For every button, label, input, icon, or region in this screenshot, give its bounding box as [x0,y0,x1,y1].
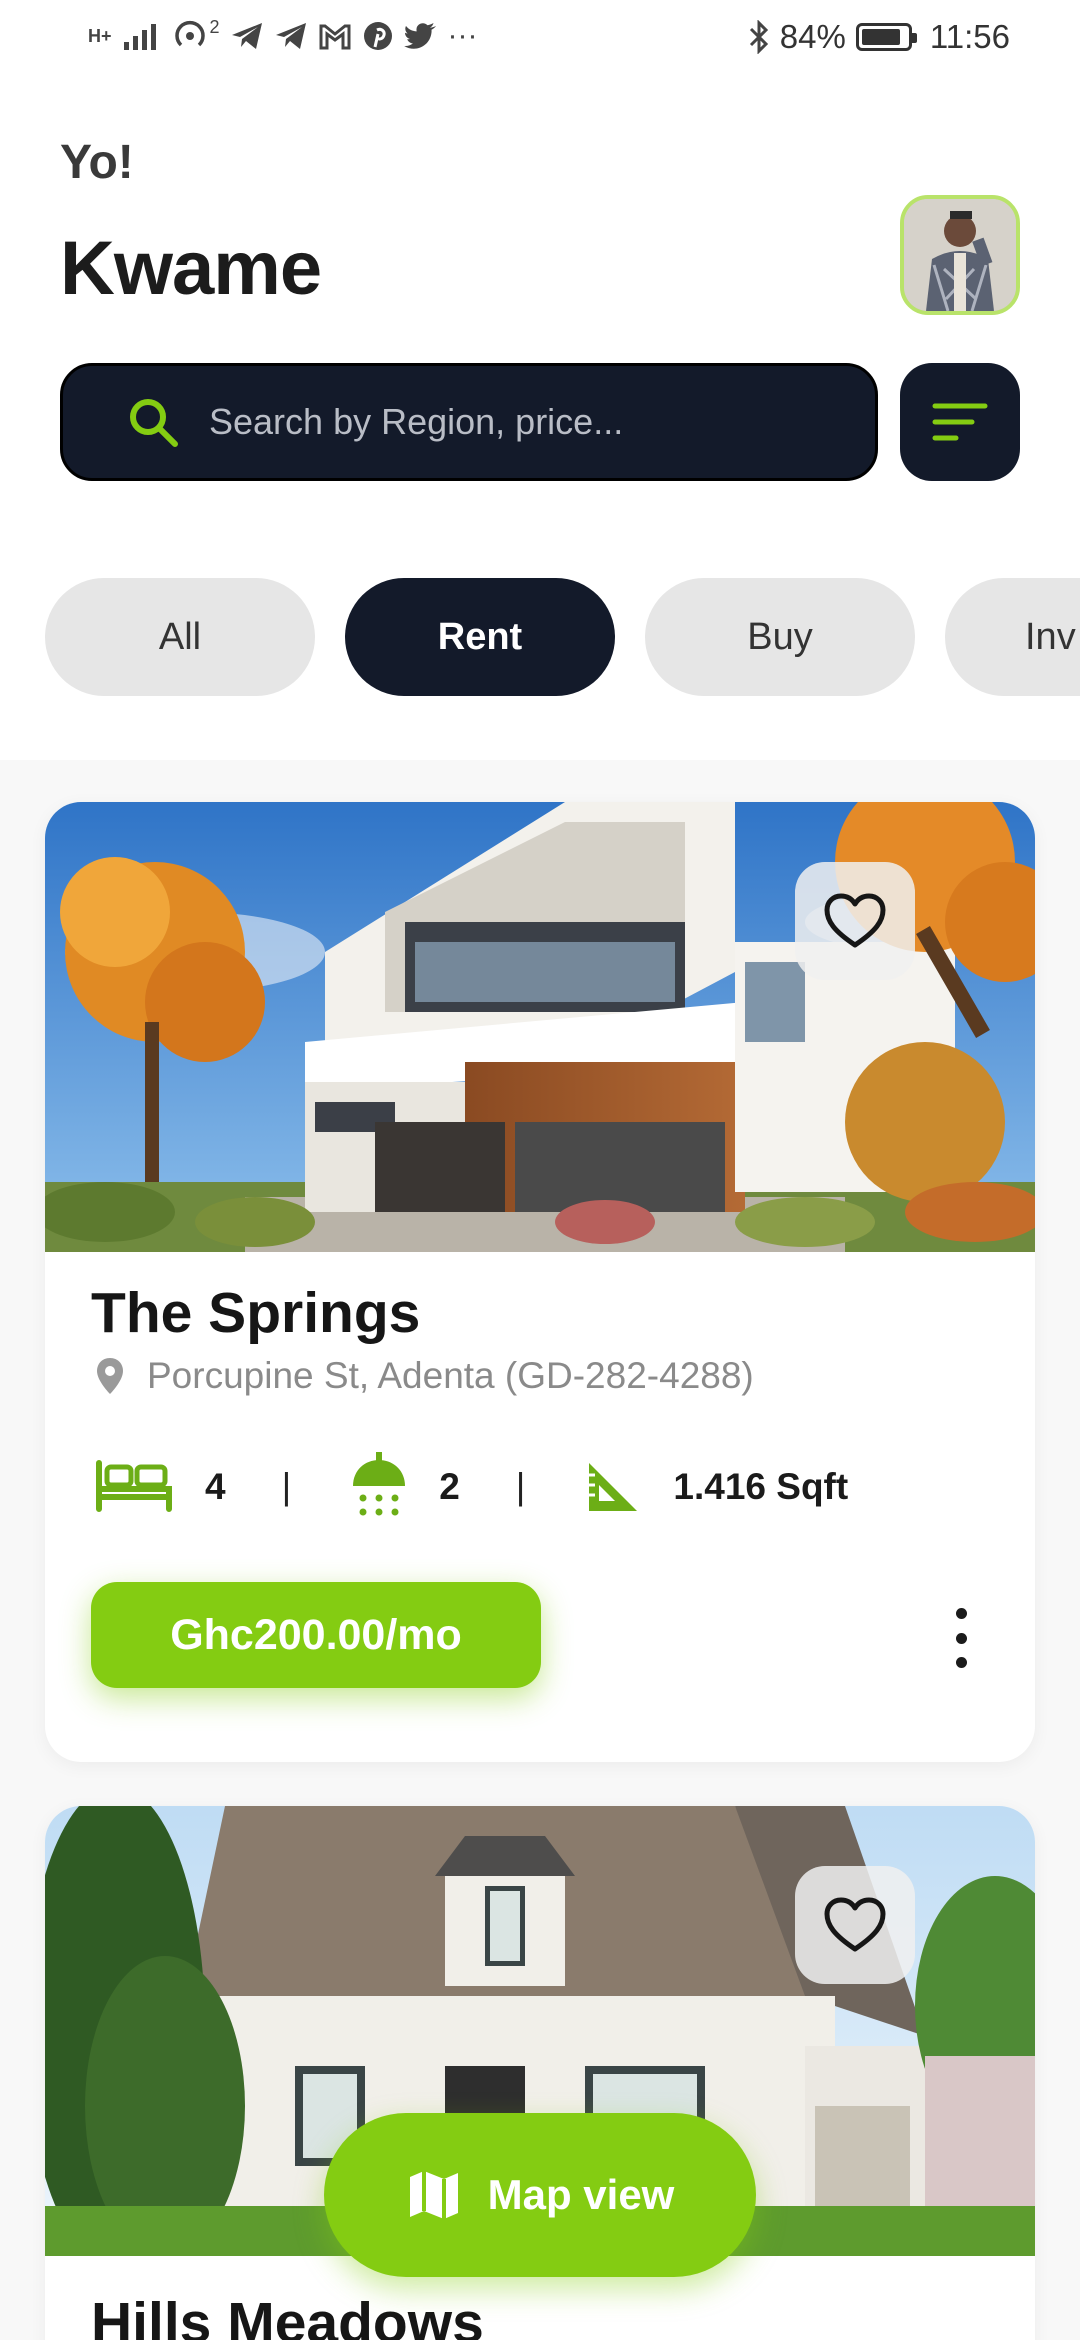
tab-invest[interactable]: Inv [945,578,1080,696]
more-vertical-icon [955,1632,967,1644]
shower-icon [353,1452,406,1516]
listing-card[interactable]: The Springs Porcupine St, Adenta (GD-282… [45,802,1035,1762]
avatar[interactable] [900,195,1020,315]
clock: 11:56 [929,18,1010,55]
more-options-button[interactable] [941,1608,981,1668]
more-vertical-icon [955,1608,967,1619]
bed-icon [96,1460,172,1512]
listing-title: The Springs [91,1281,421,1345]
category-tabs: All Rent Buy Inv [45,578,1080,696]
signal-label: H+ [88,25,112,46]
tab-rent[interactable]: Rent [345,578,615,696]
filter-button[interactable] [900,363,1020,481]
bedrooms: 4 [95,1459,226,1515]
listing-image[interactable] [45,802,1035,1252]
heart-icon [824,1897,886,1952]
filter-icon [932,403,988,441]
separator: | [515,1466,526,1507]
bathrooms-count: 2 [439,1466,460,1507]
telegram-icon [231,23,262,49]
avatar-image [904,199,1016,311]
signal-icon [123,24,156,50]
map-view-button[interactable]: Map view [324,2113,756,2277]
telegram-icon [275,23,306,49]
user-name: Kwame [60,226,322,311]
battery-percent: 84% [779,18,846,55]
hotspot-icon [174,20,205,47]
more-notifications: ··· [447,19,478,52]
greeting: Yo! [60,136,134,189]
separator: | [281,1466,292,1507]
more-vertical-icon [955,1657,967,1668]
twitter-icon [403,23,436,49]
listing-location: Porcupine St, Adenta (GD-282-4288) [95,1355,754,1397]
status-bar: H+ 2 ··· 84% 11:56 [0,0,1080,80]
status-right: 84% 11:56 [748,18,1010,56]
search-input[interactable] [209,401,849,443]
tab-buy[interactable]: Buy [645,578,915,696]
map-view-label: Map view [487,2171,675,2218]
location-text: Porcupine St, Adenta (GD-282-4288) [147,1355,754,1396]
area-value: 1.416 Sqft [673,1466,849,1507]
area: 1.416 Sqft [585,1459,848,1515]
location-pin-icon [97,1358,123,1394]
app-screen: H+ 2 ··· 84% 11:56 Yo! Kwame Search by R… [0,0,1080,2340]
listing-title: Hills Meadows [91,2291,484,2340]
pinterest-icon [363,22,392,50]
status-left: H+ 2 ··· [88,16,478,54]
bluetooth-icon [749,20,768,54]
favorite-button[interactable] [795,1866,915,1984]
sim-index: 2 [209,16,220,37]
gmail-icon [319,24,351,50]
bathrooms: 2 [351,1452,460,1522]
price-button[interactable]: Ghc200.00/mo [91,1582,541,1688]
battery-icon [855,23,917,51]
listing-features: 4 | 2 | 1.416 Sqft [95,1452,848,1522]
heart-icon [824,893,886,948]
tab-all[interactable]: All [45,578,315,696]
ruler-icon [589,1463,638,1511]
search-icon [130,399,178,447]
search-bar[interactable] [60,363,878,481]
favorite-button[interactable] [795,862,915,980]
bedrooms-count: 4 [205,1466,226,1507]
map-icon [409,2171,458,2219]
